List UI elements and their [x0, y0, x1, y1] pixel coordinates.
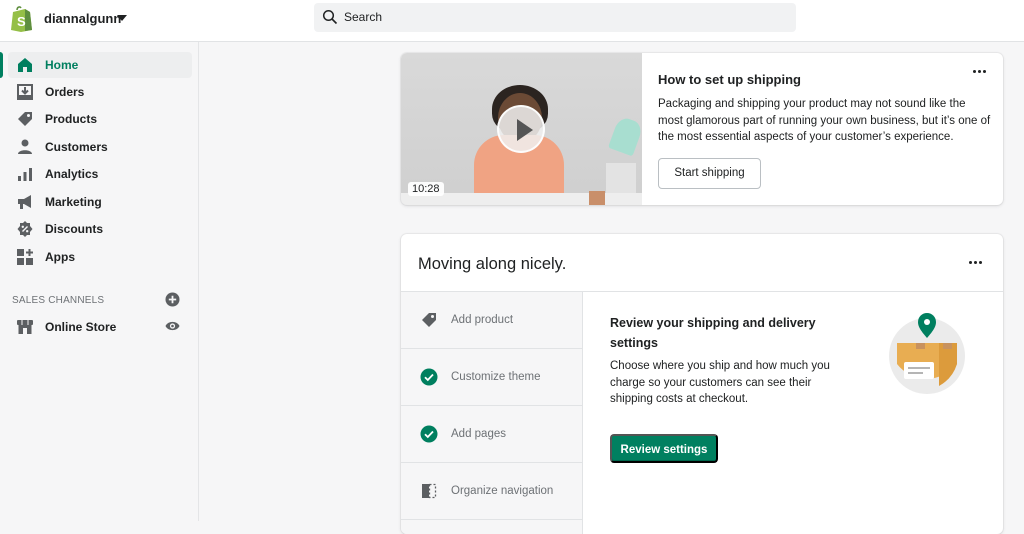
sales-channels-heading: SALES CHANNELS: [12, 295, 105, 306]
sidebar-item-label: Marketing: [45, 195, 102, 209]
card-description: Packaging and shipping your product may …: [658, 98, 991, 144]
step-label: Add pages: [451, 428, 506, 440]
tag-icon: [18, 112, 32, 126]
sidebar-item-analytics[interactable]: Analytics: [0, 161, 192, 187]
step-label: Customize theme: [451, 371, 541, 383]
search-input[interactable]: Search: [314, 3, 796, 32]
more-actions-icon[interactable]: [967, 258, 985, 268]
setup-step-customize-theme[interactable]: Customize theme: [401, 349, 582, 406]
sidebar-item-products[interactable]: Products: [0, 106, 192, 132]
check-circle-icon: [420, 368, 438, 386]
add-sales-channel-icon[interactable]: [165, 292, 180, 307]
card-title: How to set up shipping: [658, 72, 801, 87]
sidebar-item-label: Discounts: [45, 222, 104, 236]
more-actions-icon[interactable]: [971, 67, 989, 77]
sidebar-item-apps[interactable]: Apps: [0, 244, 192, 270]
sidebar-item-online-store[interactable]: Online Store: [0, 314, 192, 340]
video-scene-lamp: [607, 115, 642, 157]
caret-down-icon[interactable]: [117, 15, 127, 21]
home-icon: [18, 58, 32, 72]
sidebar-item-orders[interactable]: Orders: [0, 79, 192, 105]
sidebar-item-customers[interactable]: Customers: [0, 134, 192, 160]
sidebar-item-marketing[interactable]: Marketing: [0, 189, 192, 215]
shipping-video-card: 10:28 How to set up shipping Packaging a…: [401, 53, 1003, 205]
video-scene-cup: [589, 191, 605, 205]
shopify-logo-icon[interactable]: S: [10, 6, 32, 32]
person-icon: [18, 139, 32, 154]
sidebar-item-home[interactable]: Home: [0, 52, 192, 78]
apps-icon: [17, 249, 33, 265]
orders-icon: [17, 84, 33, 100]
review-settings-button[interactable]: Review settings: [610, 434, 718, 463]
setup-step-add-product[interactable]: Add product: [401, 292, 582, 349]
card-title: Moving along nicely.: [418, 255, 567, 273]
step-label: Organize navigation: [451, 485, 554, 497]
video-thumbnail[interactable]: 10:28: [401, 53, 642, 205]
store-icon: [17, 320, 33, 334]
start-shipping-button[interactable]: Start shipping: [658, 158, 761, 189]
megaphone-icon: [18, 195, 31, 209]
eye-icon[interactable]: [165, 320, 180, 332]
setup-step-organize-navigation[interactable]: Organize navigation: [401, 463, 582, 520]
bar-chart-icon: [18, 168, 32, 181]
video-scene-books: [606, 163, 636, 195]
sidebar-item-label: Online Store: [45, 320, 117, 334]
play-icon[interactable]: [497, 105, 545, 153]
step-detail-description: Choose where you ship and how much you c…: [610, 360, 830, 405]
navigation-icon: [422, 483, 437, 499]
setup-step-add-pages[interactable]: Add pages: [401, 406, 582, 463]
check-circle-icon: [420, 425, 438, 443]
setup-steps-list: Add product Customize theme Add pages Or…: [401, 292, 583, 534]
step-label: Add product: [451, 314, 514, 326]
sidebar-item-label: Customers: [45, 140, 108, 154]
step-detail-title: Review your shipping and delivery settin…: [610, 316, 816, 350]
sidebar-item-label: Orders: [45, 85, 85, 99]
search-icon: [322, 9, 338, 25]
sidebar-item-label: Home: [45, 58, 79, 72]
setup-guide-card: Moving along nicely. Add product Customi…: [401, 234, 1003, 534]
sidebar-item-discounts[interactable]: Discounts: [0, 216, 192, 242]
video-duration: 10:28: [408, 182, 444, 196]
sidebar-item-label: Analytics: [45, 167, 99, 181]
sidebar-item-label: Products: [45, 112, 98, 126]
sidebar-item-label: Apps: [45, 250, 75, 264]
top-bar: S diannalgunn Search: [0, 0, 1024, 42]
shipping-box-illustration: [889, 313, 965, 394]
svg-text:S: S: [17, 14, 26, 29]
discount-icon: [17, 221, 33, 237]
tag-icon: [422, 313, 436, 327]
sidebar: Home Orders Products Customers Analytics…: [0, 42, 199, 521]
store-name[interactable]: diannalgunn: [44, 11, 121, 26]
search-placeholder: Search: [344, 10, 383, 24]
active-indicator: [0, 52, 3, 78]
